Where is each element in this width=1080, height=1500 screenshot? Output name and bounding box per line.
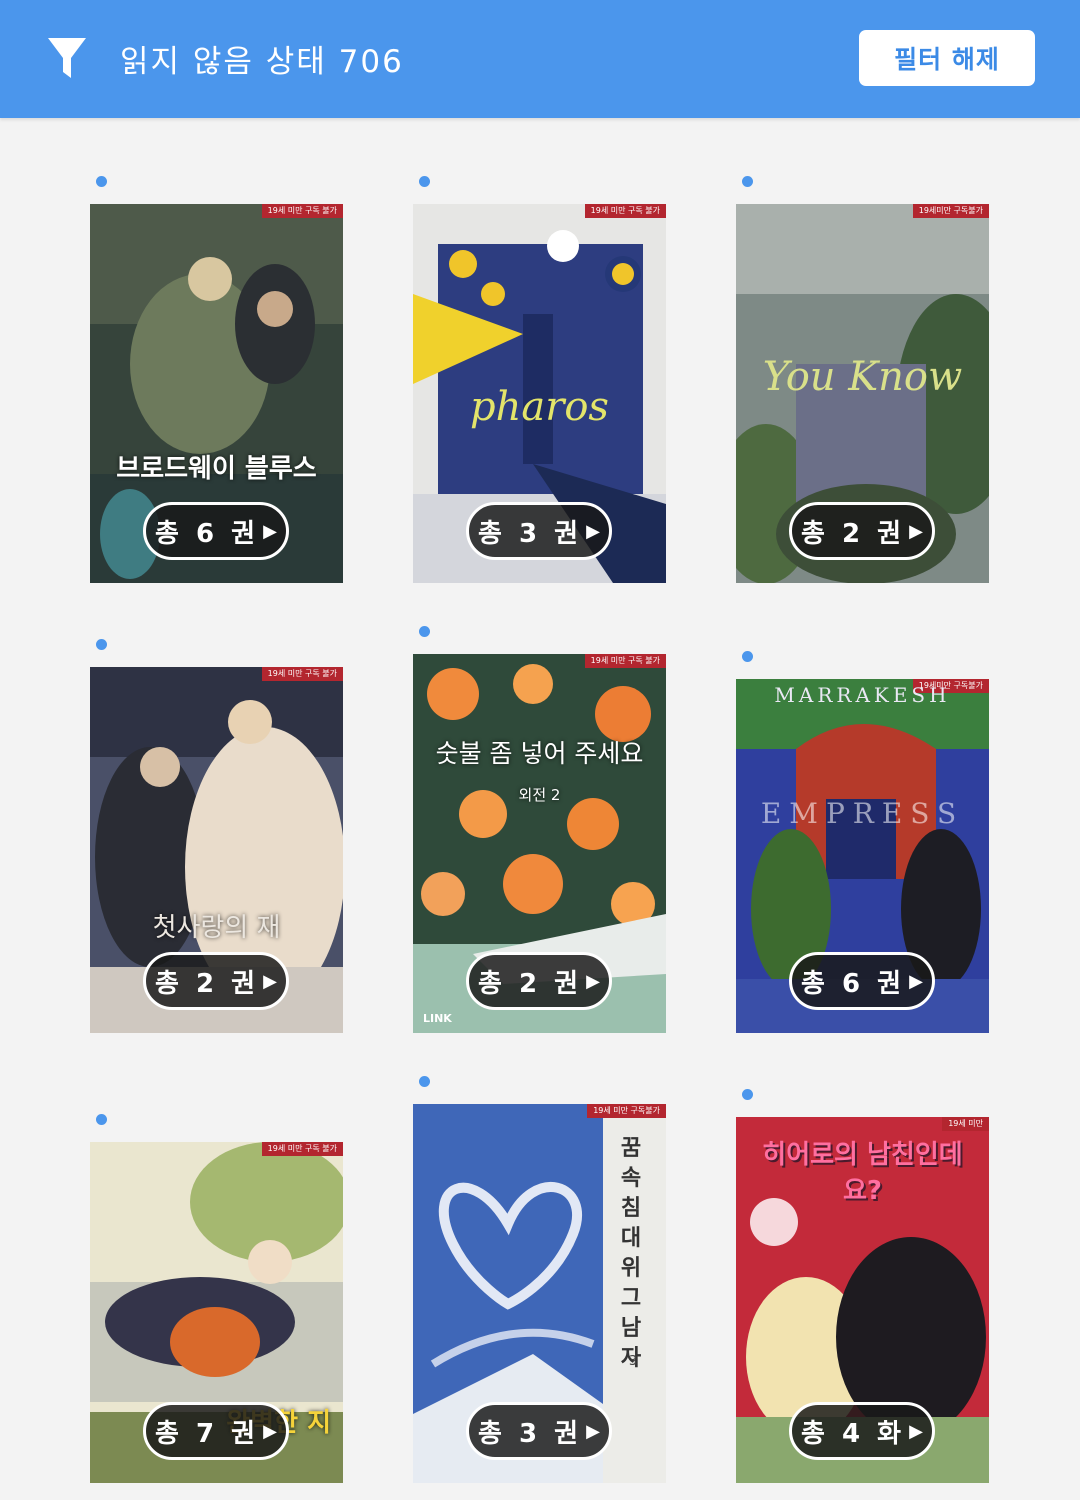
age-rating-badge: 19세미만 구독불가 — [912, 204, 989, 218]
unread-dot — [96, 176, 107, 187]
age-rating-badge: 19세 미만 구독불가 — [587, 1104, 666, 1118]
unread-dot — [742, 176, 753, 187]
volume-count-pill[interactable]: 총 3 권 ▶ — [466, 502, 612, 560]
play-arrow-icon: ▶ — [263, 970, 277, 992]
unread-dot — [419, 1076, 430, 1087]
unread-dot — [419, 176, 430, 187]
age-rating-badge: 19세 미만 — [942, 1117, 989, 1131]
cover-subtitle: 외전 2 — [518, 786, 561, 804]
unread-dot — [742, 651, 753, 662]
book-cover[interactable]: 19세 미만 구독 불가 숫불 좀 넣어 주세요 외전 2 LINK 총 2 권… — [413, 654, 666, 1033]
cover-title: pharos — [470, 384, 609, 430]
volume-count-label: 총 2 권 — [801, 518, 906, 549]
play-arrow-icon: ▶ — [586, 1420, 600, 1442]
volume-count-pill[interactable]: 총 6 권 ▶ — [789, 952, 935, 1010]
age-rating-badge: 19세 미만 구독 불가 — [584, 654, 666, 668]
age-rating-badge: 19세 미만 구독 불가 — [261, 1142, 343, 1156]
book-cover[interactable]: 19세 미만 구독 불가 첫사랑의 재 총 2 권 ▶ — [90, 667, 343, 1033]
book-cover[interactable]: 19세 미만 히어로의 남친인데요? 총 4 화 ▶ — [736, 1117, 989, 1483]
age-rating-badge: 19세 미만 구독 불가 — [261, 204, 343, 218]
cover-title: 브로드웨이 블루스 — [116, 454, 317, 484]
book-cover[interactable]: 19세미만 구독불가 You Know 총 2 권 ▶ — [736, 204, 989, 583]
book-cover[interactable]: 19세 미만 구독불가 꿈속 침대 위 그 남자 3 총 3 권 ▶ — [413, 1104, 666, 1483]
unread-dot — [419, 626, 430, 637]
volume-count-label: 총 6 권 — [801, 968, 906, 999]
play-arrow-icon: ▶ — [586, 520, 600, 542]
volume-count-label: 총 7 권 — [155, 1418, 260, 1449]
cover-title: 숫불 좀 넣어 주세요 — [435, 739, 644, 768]
cover-subtitle: EMPRESS — [760, 797, 965, 830]
cover-subtitle: 3 — [628, 1354, 638, 1369]
play-arrow-icon: ▶ — [263, 1420, 277, 1442]
play-arrow-icon: ▶ — [909, 970, 923, 992]
volume-count-pill[interactable]: 총 2 권 ▶ — [466, 952, 612, 1010]
unread-dot — [96, 1114, 107, 1125]
age-rating-badge: 19세 미만 구독 불가 — [584, 204, 666, 218]
filter-status-bar: 읽지 않음 상태 706 필터 해제 — [0, 0, 1080, 118]
volume-count-pill[interactable]: 총 2 권 ▶ — [789, 502, 935, 560]
volume-count-pill[interactable]: 총 6 권 ▶ — [143, 502, 289, 560]
cover-title: MARRAKESH — [774, 683, 951, 707]
volume-count-pill[interactable]: 총 4 화 ▶ — [789, 1402, 935, 1460]
filter-status-title: 읽지 않음 상태 706 — [120, 44, 404, 80]
volume-count-pill[interactable]: 총 7 권 ▶ — [143, 1402, 289, 1460]
play-arrow-icon: ▶ — [586, 970, 600, 992]
volume-count-label: 총 4 화 — [801, 1418, 906, 1449]
publisher-logo: LINK — [423, 1012, 452, 1025]
volume-count-pill[interactable]: 총 3 권 ▶ — [466, 1402, 612, 1460]
book-cover[interactable]: 19세 미만 구독 불가 완벽한 지 총 7 권▶ — [90, 1142, 343, 1483]
age-rating-badge: 19세 미만 구독 불가 — [261, 667, 343, 681]
unread-dot — [742, 1089, 753, 1100]
cover-title: 꿈속 침대 위 그 남자 — [620, 1136, 642, 1371]
volume-count-label: 총 3 권 — [478, 518, 583, 549]
cover-title: 히어로의 남친인데요? — [762, 1140, 963, 1206]
book-cover[interactable]: 19세 미만 구독 불가 브로드웨이 블루스 총 6 권 ▶ — [90, 204, 343, 583]
play-arrow-icon: ▶ — [909, 520, 923, 542]
volume-count-label: 총 3 권 — [478, 1418, 583, 1449]
play-arrow-icon: ▶ — [909, 1420, 923, 1442]
volume-count-pill[interactable]: 총 2 권 ▶ — [143, 952, 289, 1010]
cover-title: You Know — [762, 354, 963, 400]
unread-dot — [96, 639, 107, 650]
clear-filter-button[interactable]: 필터 해제 — [859, 30, 1035, 86]
book-cover[interactable]: 19세 미만 구독 불가 pharos 총 3 권 ▶ — [413, 204, 666, 583]
volume-count-label: 총 2 권 — [478, 968, 583, 999]
volume-count-label: 총 2 권 — [155, 968, 260, 999]
cover-title: 첫사랑의 재 — [152, 913, 281, 943]
filter-icon — [48, 38, 86, 78]
play-arrow-icon: ▶ — [263, 520, 277, 542]
book-cover[interactable]: 19세미만 구독불가 MARRAKESH EMPRESS 총 6 권 ▶ — [736, 679, 989, 1033]
volume-count-label: 총 6 권 — [155, 518, 260, 549]
